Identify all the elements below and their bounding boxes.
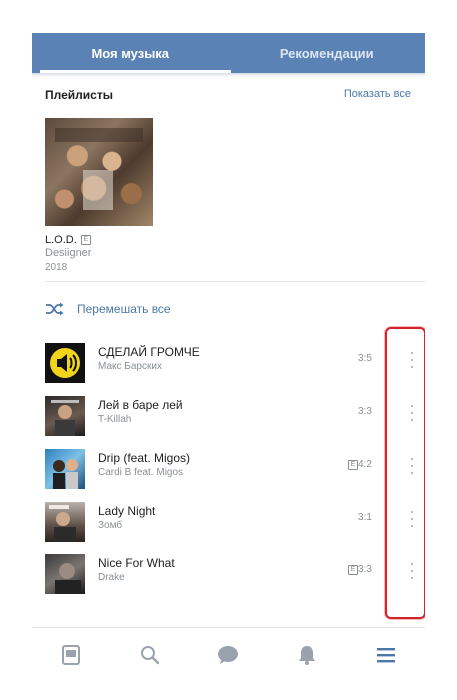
speaker-icon <box>50 348 80 378</box>
track-row[interactable]: Лей в баре лей T-Killah 3:3 <box>45 394 425 438</box>
search-icon[interactable] <box>138 643 162 667</box>
track-title: Лей в баре лей <box>98 398 183 412</box>
notifications-icon[interactable] <box>295 643 319 667</box>
album-cover[interactable] <box>45 118 153 226</box>
track-cover <box>45 502 85 542</box>
shuffle-icon <box>46 302 64 316</box>
track-cover <box>45 449 85 489</box>
track-artist: T-Killah <box>98 414 132 425</box>
tab-bar: Моя музыка Рекомендации <box>32 33 425 73</box>
track-row[interactable]: СДЕЛАЙ ГРОМЧЕ Макс Барских 3:5 <box>45 341 425 385</box>
tab-recommendations[interactable]: Рекомендации <box>229 33 426 73</box>
track-row[interactable]: Lady Night Зомб 3:1 <box>45 500 425 544</box>
shuffle-label: Перемешать все <box>77 302 171 316</box>
cover-art <box>55 563 81 594</box>
music-screen: Моя музыка Рекомендации Плейлисты Показа… <box>32 30 425 680</box>
highlight-box <box>385 327 425 619</box>
track-title: Drip (feat. Migos) <box>98 451 191 465</box>
cover-art <box>51 400 79 436</box>
header-shadow <box>32 73 425 77</box>
track-artist: Зомб <box>98 520 123 531</box>
cover-art <box>53 459 78 489</box>
track-cover <box>45 396 85 436</box>
track-row[interactable]: Nice For What Drake E 3:3 <box>45 552 425 596</box>
explicit-icon: E <box>348 565 358 575</box>
messages-icon[interactable] <box>216 643 240 667</box>
bottom-nav <box>32 627 425 680</box>
album-year: 2018 <box>45 262 68 273</box>
playlists-title: Плейлисты <box>45 88 113 102</box>
divider <box>45 281 425 282</box>
newsfeed-icon[interactable] <box>59 643 83 667</box>
track-cover <box>45 554 85 594</box>
track-title: Nice For What <box>98 556 175 570</box>
album-title: L.O.D. <box>45 234 77 246</box>
album-title-row[interactable]: L.O.D. E <box>45 234 91 246</box>
track-row[interactable]: Drip (feat. Migos) Cardi B feat. Migos E… <box>45 447 425 491</box>
track-artist: Drake <box>98 572 125 583</box>
menu-icon[interactable] <box>374 643 398 667</box>
track-artist: Макс Барских <box>98 361 162 372</box>
track-cover <box>45 343 85 383</box>
cover-art-detail <box>55 128 143 142</box>
show-all-link[interactable]: Показать все <box>344 88 411 100</box>
cover-art-detail <box>83 170 113 210</box>
track-title: Lady Night <box>98 504 156 518</box>
cover-art <box>49 505 76 542</box>
track-title: СДЕЛАЙ ГРОМЧЕ <box>98 345 200 359</box>
shuffle-all-button[interactable]: Перемешать все <box>45 302 171 316</box>
track-artist: Cardi B feat. Migos <box>98 467 184 478</box>
album-artist: Desiigner <box>45 247 92 259</box>
explicit-icon: E <box>348 460 358 470</box>
explicit-icon: E <box>80 235 91 246</box>
tab-my-music[interactable]: Моя музыка <box>32 33 230 73</box>
